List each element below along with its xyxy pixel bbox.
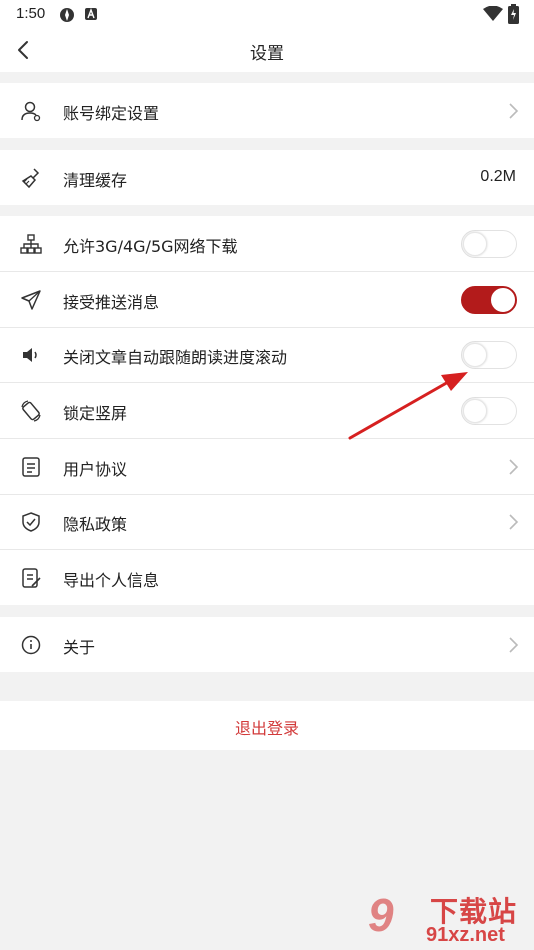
status-bar: 1:50	[0, 0, 534, 28]
clear-cache-row[interactable]: 清理缓存 0.2M	[0, 150, 534, 205]
network-download-label: 允许3G/4G/5G网络下载	[63, 237, 238, 256]
cache-size-value: 0.2M	[480, 168, 516, 185]
export-info-row[interactable]: 导出个人信息	[0, 550, 534, 605]
account-binding-row[interactable]: 账号绑定设置	[0, 83, 534, 138]
push-notification-row: 接受推送消息	[0, 272, 534, 327]
lock-portrait-toggle[interactable]	[461, 397, 517, 425]
cache-section: 清理缓存 0.2M	[0, 150, 534, 205]
privacy-policy-label: 隐私政策	[63, 515, 128, 534]
logout-button[interactable]: 退出登录	[0, 701, 534, 750]
network-download-row: 允许3G/4G/5G网络下载	[0, 216, 534, 271]
user-agreement-row[interactable]: 用户协议	[0, 439, 534, 494]
push-notification-label: 接受推送消息	[63, 293, 160, 312]
wifi-icon	[483, 6, 503, 21]
chevron-right-icon	[509, 514, 519, 530]
shield-check-icon	[22, 512, 40, 532]
privacy-policy-row[interactable]: 隐私政策	[0, 494, 534, 549]
about-label: 关于	[63, 638, 96, 657]
status-time: 1:50	[16, 5, 46, 22]
info-icon	[21, 635, 41, 655]
auto-scroll-row: 关闭文章自动跟随朗读进度滚动	[0, 327, 534, 382]
battery-icon	[508, 4, 519, 24]
app-notification-icon	[60, 8, 74, 22]
export-info-label: 导出个人信息	[63, 571, 160, 590]
chevron-right-icon	[509, 459, 519, 475]
lock-portrait-row: 锁定竖屏	[0, 383, 534, 438]
watermark-number: 9	[368, 889, 394, 941]
auto-scroll-label: 关闭文章自动跟随朗读进度滚动	[63, 348, 288, 367]
network-icon	[20, 234, 42, 254]
broom-icon	[21, 168, 40, 189]
about-row[interactable]: 关于	[0, 617, 534, 672]
chevron-right-icon	[509, 103, 519, 119]
watermark-domain: 91xz.net	[426, 924, 505, 946]
a-notification-icon	[85, 8, 97, 20]
toggle-knob	[491, 288, 515, 312]
page-title: 设置	[250, 44, 284, 64]
about-section: 关于	[0, 617, 534, 672]
account-binding-label: 账号绑定设置	[63, 104, 160, 123]
settings-section: 允许3G/4G/5G网络下载 接受推送消息 关闭文章自动跟随朗读进度滚动 锁定竖…	[0, 216, 534, 605]
user-agreement-label: 用户协议	[63, 460, 128, 479]
logout-label: 退出登录	[234, 719, 299, 738]
push-notification-toggle[interactable]	[461, 286, 517, 314]
clear-cache-label: 清理缓存	[63, 171, 128, 190]
chevron-right-icon	[509, 637, 519, 653]
document-icon	[22, 457, 40, 477]
title-bar: 设置	[0, 28, 534, 72]
network-download-toggle[interactable]	[461, 230, 517, 258]
user-icon	[21, 101, 41, 122]
toggle-knob	[463, 399, 487, 423]
toggle-knob	[463, 232, 487, 256]
auto-scroll-toggle[interactable]	[461, 341, 517, 369]
speaker-icon	[23, 348, 37, 362]
export-document-icon	[22, 568, 41, 588]
lock-portrait-label: 锁定竖屏	[63, 404, 128, 423]
paper-plane-icon	[21, 290, 41, 310]
screen-rotation-icon	[21, 400, 41, 422]
account-section: 账号绑定设置	[0, 83, 534, 138]
watermark-logo: 9 下载站 91xz.net	[368, 884, 534, 950]
toggle-knob	[463, 343, 487, 367]
